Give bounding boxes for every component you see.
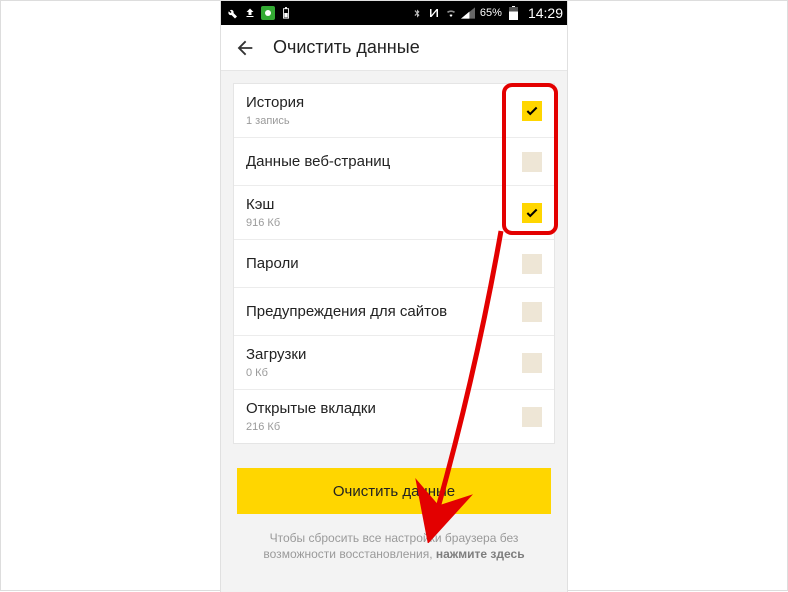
option-label: Предупреждения для сайтов	[246, 303, 522, 321]
bluetooth-icon	[410, 6, 424, 20]
footer-hint: Чтобы сбросить все настройки браузера бе…	[233, 530, 555, 570]
battery-percentage: 65%	[478, 7, 504, 19]
content-area: История 1 запись Данные веб-страниц Кэш 916 …	[221, 71, 567, 592]
option-label: Кэш	[246, 196, 522, 214]
option-label: Данные веб-страниц	[246, 153, 522, 171]
option-row[interactable]: Пароли	[234, 240, 554, 288]
option-row[interactable]: Предупреждения для сайтов	[234, 288, 554, 336]
option-sublabel: 916 Кб	[246, 217, 522, 229]
phone-screen: 65% 14:29 Очистить данные История 1 запис…	[221, 1, 567, 592]
option-row[interactable]: Открытые вкладки 216 Кб	[234, 390, 554, 443]
title-bar: Очистить данные	[221, 25, 567, 71]
option-row[interactable]: Загрузки 0 Кб	[234, 336, 554, 390]
option-sublabel: 0 Кб	[246, 367, 522, 379]
annotation-highlight	[502, 83, 558, 235]
battery-small-icon	[279, 6, 293, 20]
app-icon	[261, 6, 275, 20]
page-title: Очистить данные	[273, 37, 420, 58]
checkbox[interactable]	[522, 407, 542, 427]
upload-icon	[243, 6, 257, 20]
option-sublabel: 1 запись	[246, 115, 522, 127]
option-label: Загрузки	[246, 346, 522, 364]
option-label: История	[246, 94, 522, 112]
wrench-icon	[225, 6, 239, 20]
nfc-icon	[427, 6, 441, 20]
option-label: Открытые вкладки	[246, 400, 522, 418]
status-bar: 65% 14:29	[221, 1, 567, 25]
back-button[interactable]	[231, 34, 259, 62]
option-sublabel: 216 Кб	[246, 421, 522, 433]
status-time: 14:29	[524, 5, 563, 21]
signal-icon	[461, 6, 475, 20]
clear-data-button[interactable]: Очистить данные	[237, 468, 551, 514]
clear-data-button-label: Очистить данные	[333, 483, 455, 500]
battery-icon	[507, 6, 521, 20]
checkbox[interactable]	[522, 302, 542, 322]
checkbox[interactable]	[522, 254, 542, 274]
option-label: Пароли	[246, 255, 522, 273]
footer-link[interactable]: нажмите здесь	[436, 547, 525, 561]
wifi-icon	[444, 6, 458, 20]
checkbox[interactable]	[522, 353, 542, 373]
